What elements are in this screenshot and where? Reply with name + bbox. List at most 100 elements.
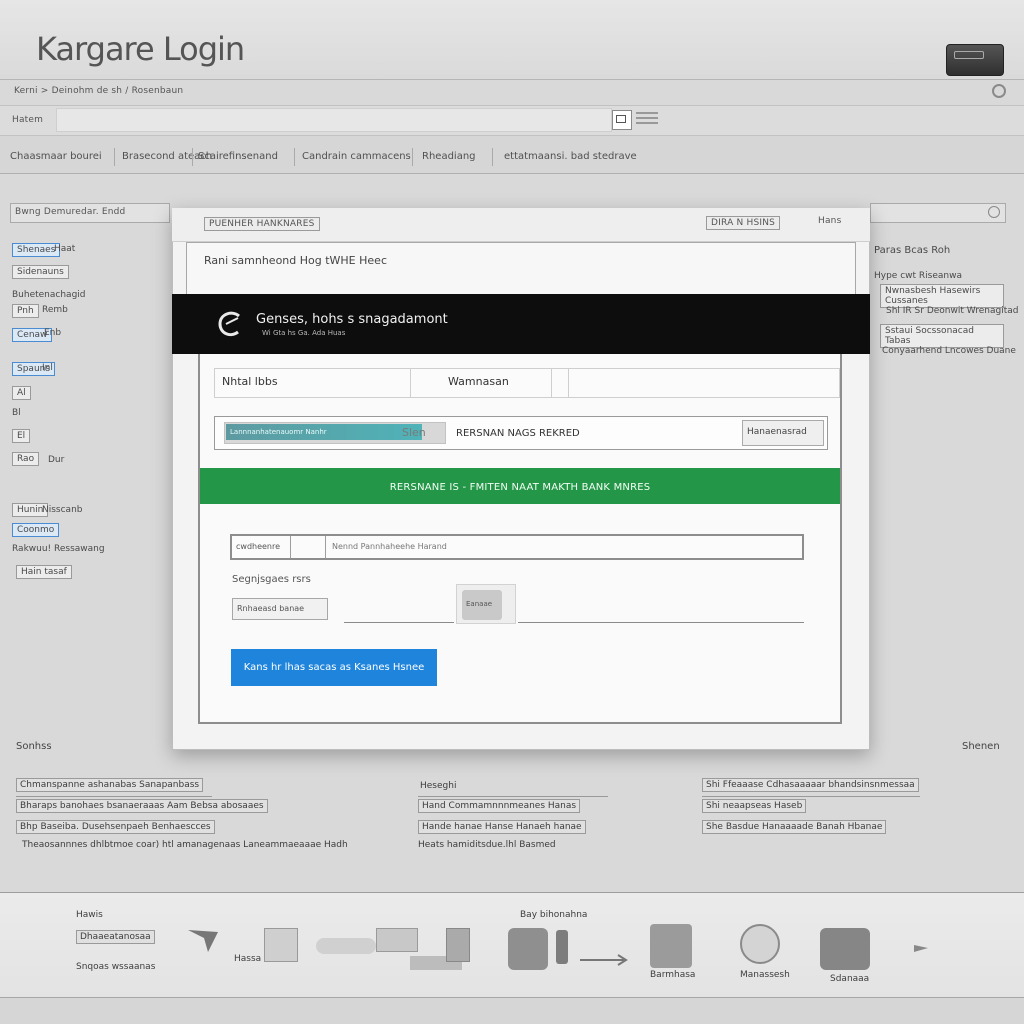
sidebar-item[interactable]: Hain tasaf	[16, 565, 72, 579]
list-item[interactable]: Shi Ffeaaase Cdhasaaaaar bhandsinsnmessa…	[702, 778, 919, 792]
footer-box[interactable]: Dhaaeatanosaa	[76, 930, 155, 944]
tab-separator	[412, 148, 413, 166]
right-item[interactable]: Sstaui Socssonacad Tabas	[880, 324, 1004, 348]
globe-icon	[740, 924, 780, 964]
footer-bottom	[0, 998, 1024, 1024]
sidebar-item[interactable]: Haat	[54, 244, 75, 254]
sidebar-item[interactable]: Enb	[44, 328, 61, 338]
search-input[interactable]	[56, 108, 612, 132]
document-icon	[264, 928, 298, 962]
login-button[interactable]: Kans hr lhas sacas as Ksanes Hsnee	[231, 649, 437, 686]
underline	[518, 622, 804, 623]
sidebar-item[interactable]: Inl	[42, 363, 53, 373]
router-icon	[820, 928, 870, 970]
list-item[interactable]: Theaosannnes dhlbtmoe coar) htl amanagen…	[22, 840, 348, 850]
right-item[interactable]: Hype cwt Riseanwa	[874, 271, 962, 281]
phone-icon	[446, 928, 470, 962]
sidebar-item[interactable]: Pnh	[12, 304, 39, 318]
footer-caption: Barmhasa	[650, 970, 696, 980]
section-title: Sonhss	[16, 741, 52, 752]
right-heading: Paras Bcas Roh	[874, 245, 951, 256]
server-icon	[650, 924, 692, 968]
sidebar-item[interactable]: Remb	[42, 305, 68, 315]
extra-field[interactable]	[568, 368, 840, 398]
workspace-field[interactable]: Wamnasan	[448, 375, 509, 388]
right-item[interactable]: Nwnasbesh Hasewirs Cussanes	[880, 284, 1004, 308]
progress-status-label: RERSNAN NAGS REKRED	[456, 428, 580, 439]
tab-1[interactable]: Chaasmaar bourei	[10, 151, 102, 162]
menu-icon	[954, 51, 984, 59]
password-divider	[290, 536, 326, 558]
options-icon[interactable]	[636, 112, 658, 126]
sidebar-item[interactable]: El	[12, 429, 31, 443]
password-placeholder: Nennd Pannhaheehe Harand	[332, 542, 447, 551]
tab-separator	[294, 148, 295, 166]
footer-label: Hawis	[76, 910, 103, 920]
tab-6[interactable]: ettatmaansi. bad stedrave	[504, 151, 637, 162]
password-label: cwdheenre	[236, 542, 281, 551]
tab-separator	[114, 148, 115, 166]
divider	[16, 796, 212, 797]
sidebar-item[interactable]: Bl	[12, 408, 21, 418]
right-filter-field[interactable]	[870, 203, 1006, 223]
footer-sub: Snqoas wssaanas	[76, 962, 156, 972]
list-item[interactable]: Hand Commamnnnmeanes Hanas	[418, 799, 581, 813]
remember-field[interactable]: Rnhaeasd banae	[232, 598, 328, 620]
progress-label: Slen	[402, 426, 426, 439]
modal-tab[interactable]: PUENHER HANKNARES	[204, 217, 320, 231]
search-label: Hatem	[12, 115, 44, 125]
left-filter-field[interactable]: Bwng Demuredar. Endd	[10, 203, 170, 223]
list-item[interactable]: Hande hanae Hanse Hanaeh hanae	[418, 820, 586, 834]
modal-heading: Rani samnheond Hog tWHE Heec	[204, 254, 387, 267]
sidebar-item[interactable]: Dur	[48, 455, 64, 465]
breadcrumb[interactable]: Kerni > Deinohm de sh / Rosenbaun	[14, 86, 183, 96]
brand-name: Genses, hohs s snagadamont	[256, 312, 448, 327]
brand-tagline: Wi Gta hs Ga. Ada Huas	[262, 329, 346, 337]
footer-mid-label: Hassa	[234, 954, 262, 964]
footer-caption: Manassesh	[740, 970, 790, 980]
app-title: Kargare Login	[36, 30, 245, 68]
tab-4[interactable]: Candrain cammacens	[302, 151, 411, 162]
sidebar-item[interactable]: Al	[12, 386, 31, 400]
progress-action-button[interactable]: Hanaenasrad	[742, 420, 824, 446]
footer-caption: Sdanaaa	[830, 974, 870, 984]
divider	[702, 796, 920, 797]
sidebar-item[interactable]: Sidenauns	[12, 265, 69, 279]
tab-3[interactable]: Scairefinsenand	[198, 151, 278, 162]
device-icon	[376, 928, 418, 952]
modal-mode-selector[interactable]: DIRA N HSINS	[706, 216, 781, 230]
sidebar-item[interactable]: Nisscanb	[42, 505, 83, 515]
right-item[interactable]: Shl IR Sr Deonwit Wrenagitad	[886, 306, 1018, 316]
modal-inner-frame	[186, 242, 856, 294]
list-item[interactable]: Shi neaapseas Haseb	[702, 799, 807, 813]
list-item[interactable]: Bhp Baseiba. Dusehsenpaeh Benhaescces	[16, 820, 215, 834]
tab-separator	[492, 148, 493, 166]
cable-icon	[316, 938, 376, 954]
modal-close-button[interactable]: Hans	[818, 216, 841, 226]
header-menu-button[interactable]	[946, 44, 1004, 76]
sidebar-item[interactable]: Buhetenachagid	[12, 290, 86, 300]
arrow-right-icon	[580, 954, 628, 966]
sidebar-item[interactable]: Coonmo	[12, 523, 60, 537]
list-item[interactable]: Bharaps banohaes bsanaeraaas Aam Bebsa a…	[16, 799, 268, 813]
sidebar-item[interactable]: Rao	[12, 452, 40, 466]
list-item[interactable]: She Basdue Hanaaaade Banah Hbanae	[702, 820, 887, 834]
list-item[interactable]: Heats hamiditsdue.lhl Basmed	[418, 840, 556, 850]
status-text: RERSNANE IS - FMITEN NAAT MAKTH BANK MNR…	[389, 482, 651, 493]
footer-center-title: Bay bihonahna	[520, 910, 588, 920]
list-item[interactable]: Heseghi	[420, 781, 456, 791]
list-item[interactable]: Chmanspanne ashanabas Sanapanbass	[16, 778, 204, 792]
section-title: Shenen	[962, 741, 1000, 752]
remember-label: Segnjsgaes rsrs	[232, 574, 311, 585]
gear-icon[interactable]	[992, 84, 1006, 98]
captcha-image[interactable]: Eanaae	[462, 590, 502, 620]
filter-icon[interactable]	[988, 206, 1000, 218]
search-icon	[616, 115, 626, 123]
tab-5[interactable]: Rheadiang	[422, 151, 476, 162]
divider	[418, 796, 608, 797]
username-field[interactable]: Nhtal lbbs	[222, 375, 278, 388]
tab-separator	[192, 148, 193, 166]
right-item[interactable]: Conyaarhend Lncowes Duane	[882, 346, 1016, 356]
tablet-icon	[508, 928, 548, 970]
sidebar-item[interactable]: Rakwuu! Ressawang	[12, 544, 105, 554]
